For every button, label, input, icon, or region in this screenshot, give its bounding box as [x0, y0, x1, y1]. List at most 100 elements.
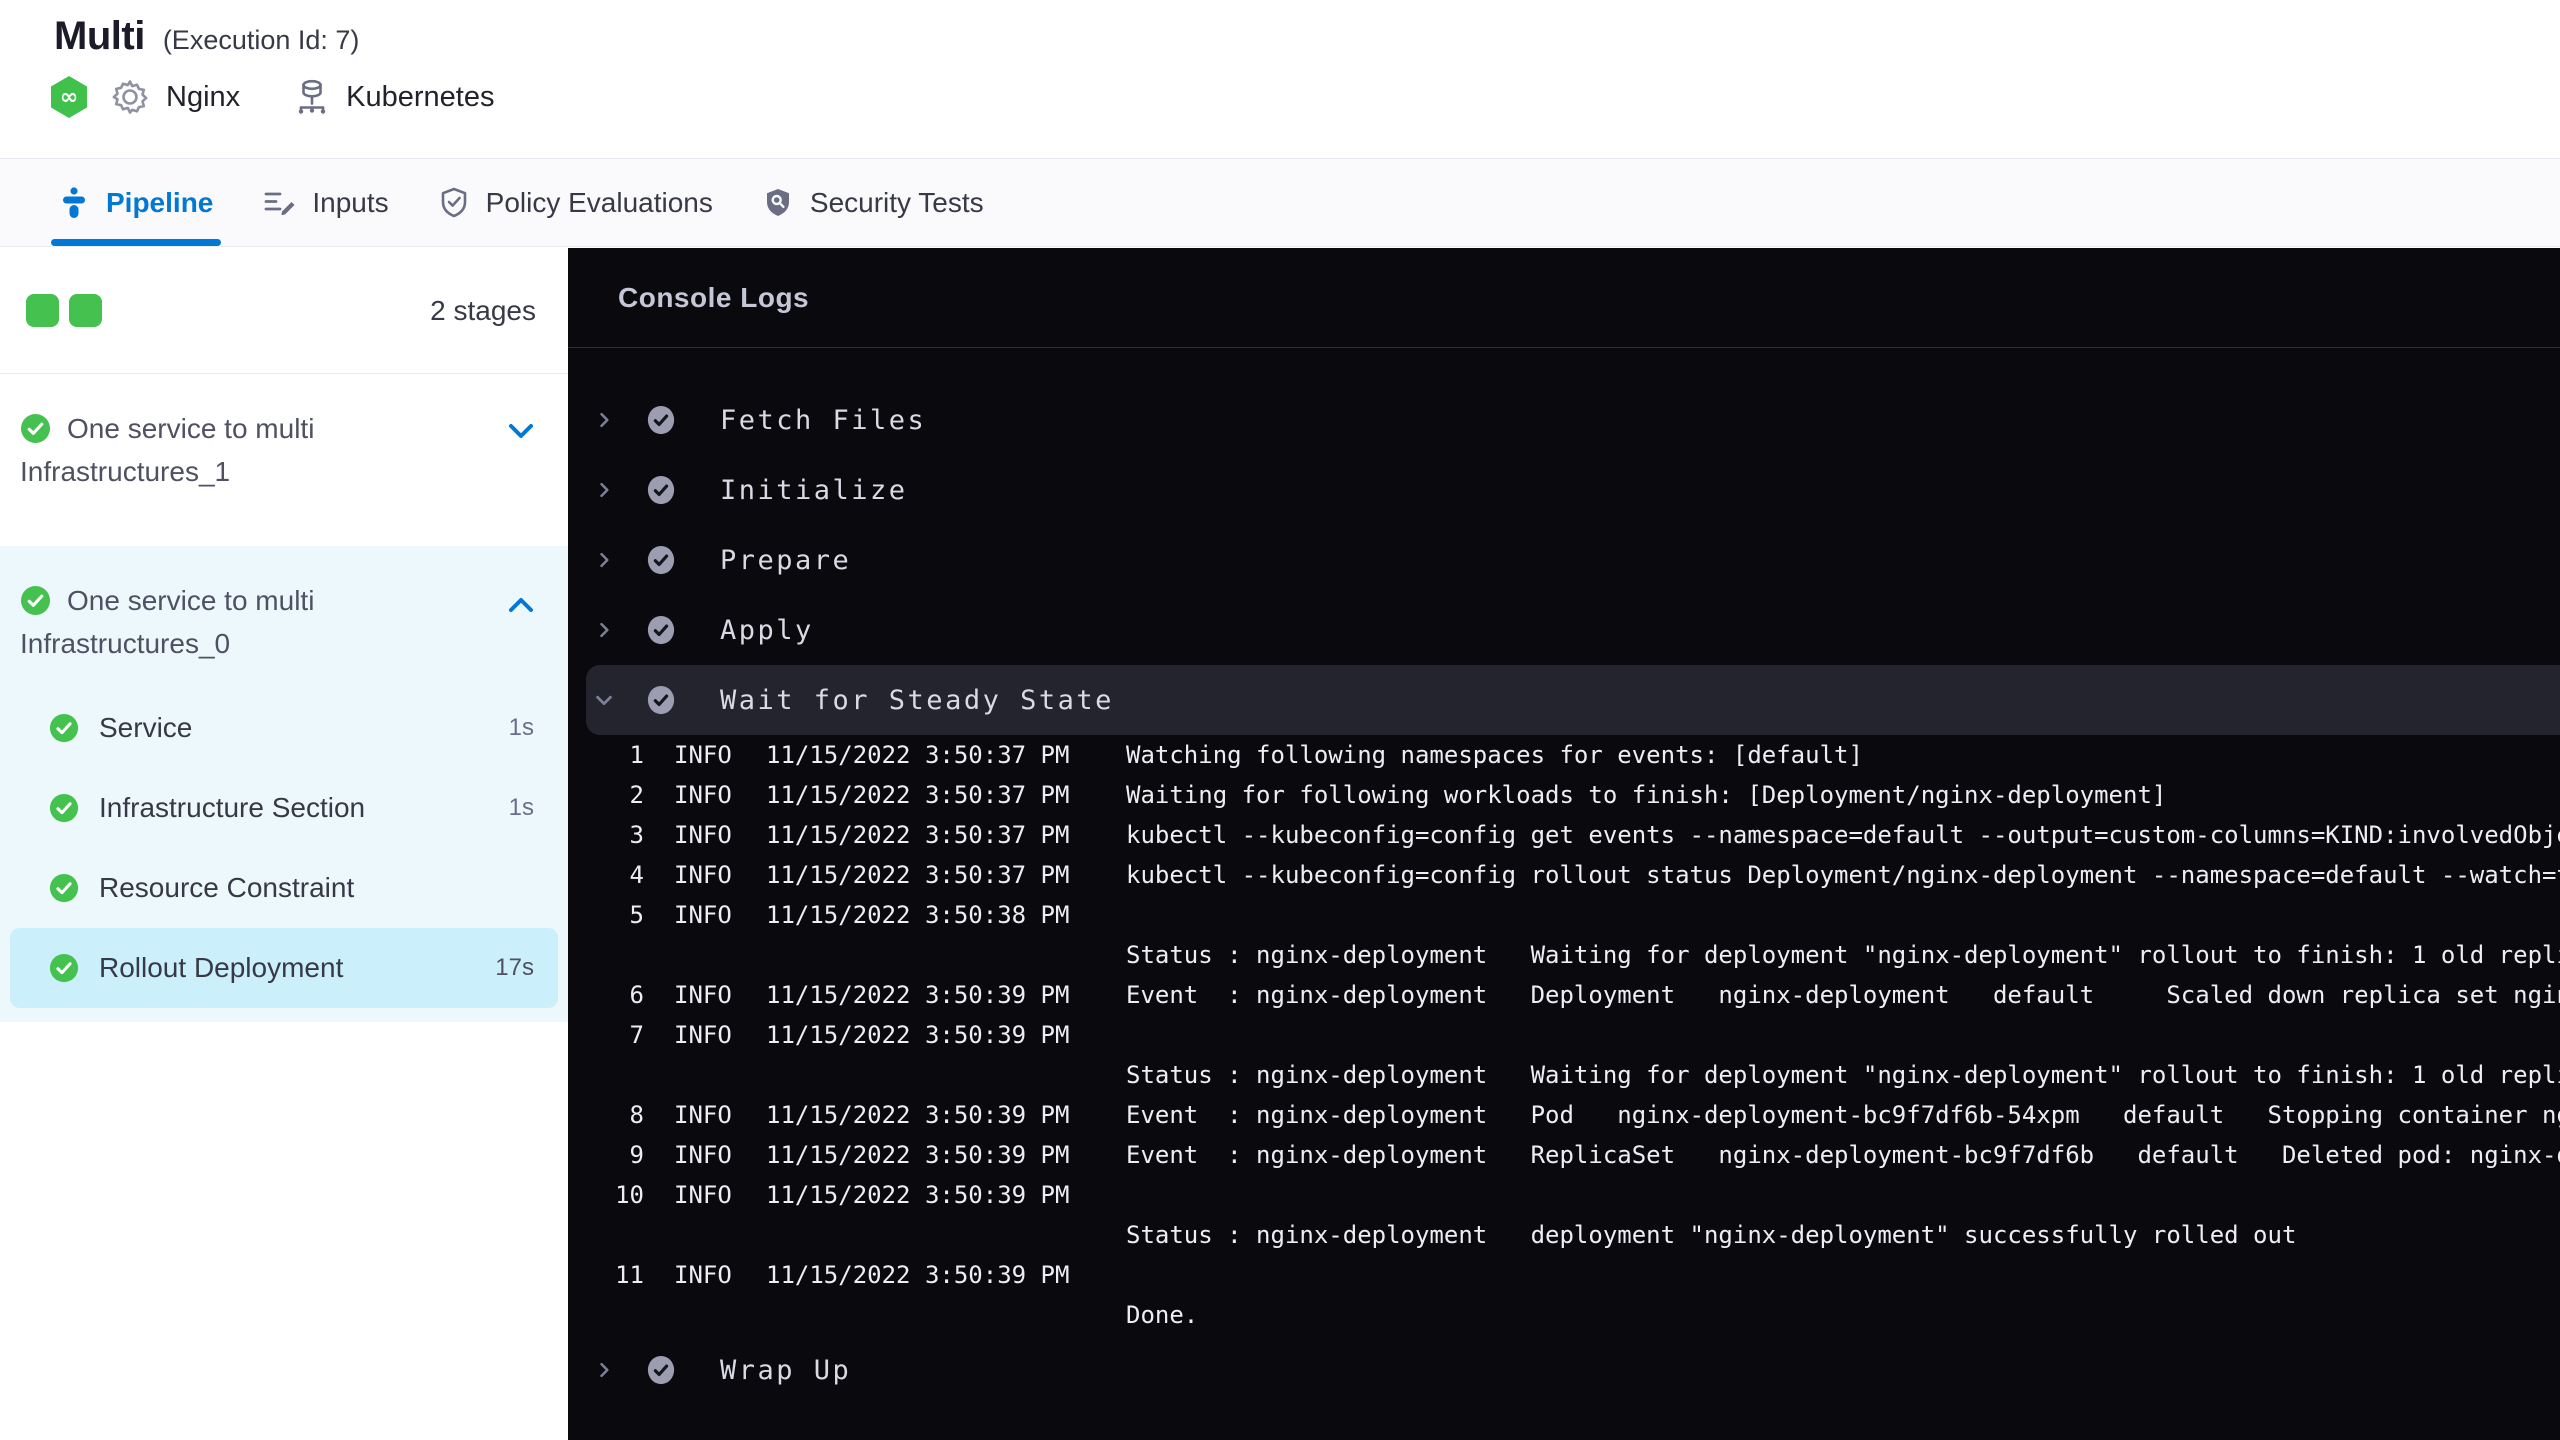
success-check-icon [20, 413, 51, 453]
log-row: 4 INFO 11/15/2022 3:50:37 PM kubectl --kube… [568, 855, 2560, 895]
log-row: 6 INFO 11/15/2022 3:50:39 PM Event : nginx-… [568, 975, 2560, 1015]
log-row: 8 INFO 11/15/2022 3:50:39 PM Event : nginx-… [568, 1095, 2560, 1135]
step-success-check-icon [646, 614, 676, 646]
kubernetes-icon [292, 79, 332, 115]
console-step-fetch-files[interactable]: Fetch Files [568, 385, 2560, 455]
log-line-number: 10 [615, 1181, 644, 1209]
stage-card-infrastructures-0[interactable]: One service to multi Infrastructures_0 [0, 546, 568, 688]
log-level: INFO [674, 1181, 732, 1209]
log-timestamp: 11/15/2022 3:50:37 PM [766, 861, 1070, 889]
log-level: INFO [674, 981, 732, 1009]
chevron-right-icon[interactable] [590, 549, 618, 571]
infrastructure-name-label: Kubernetes [346, 80, 495, 113]
console-step-wrap-up[interactable]: Wrap Up [568, 1335, 2560, 1405]
log-row: 5 INFO 11/15/2022 3:50:38 PM [568, 895, 2560, 935]
log-timestamp: 11/15/2022 3:50:39 PM [766, 1101, 1070, 1129]
log-row: 3 INFO 11/15/2022 3:50:37 PM kubectl --kube… [568, 815, 2560, 855]
pipeline-execution-page: Multi (Execution Id: 7) ∞ Nginx Kubernet… [0, 0, 2560, 1440]
console-step-label: Apply [720, 614, 814, 646]
log-line-number: 1 [629, 741, 644, 769]
console-title: Console Logs [618, 281, 810, 313]
success-check-icon [49, 713, 79, 743]
step-name: Infrastructure Section [99, 792, 366, 823]
app-header: Multi (Execution Id: 7) ∞ Nginx Kubernet… [0, 0, 2560, 159]
log-row: 9 INFO 11/15/2022 3:50:39 PM Event : nginx-… [568, 1135, 2560, 1175]
log-level: INFO [674, 861, 732, 889]
chevron-down-icon[interactable] [506, 422, 536, 447]
console-body: Fetch Files Initialize Prepare Apply Wait f… [568, 348, 2560, 1405]
log-message: Event : nginx-deployment Deployment ngin… [1126, 981, 2560, 1009]
step-name: Resource Constraint [99, 872, 355, 903]
console-logs-panel: Console Logs Fetch Files Initialize Prepar… [568, 248, 2560, 1440]
service-name-label: Nginx [166, 80, 241, 113]
log-output: 1 INFO 11/15/2022 3:50:37 PM Watching follo… [568, 735, 2560, 1335]
step-row-rollout-deployment[interactable]: Rollout Deployment 17s [10, 928, 558, 1008]
log-row: 7 INFO 11/15/2022 3:50:39 PM [568, 1015, 2560, 1055]
content-area: 2 stages One service to multi Infrastruc… [0, 248, 2560, 1440]
step-row-infrastructure-section[interactable]: Infrastructure Section 1s [0, 768, 568, 848]
chevron-right-icon[interactable] [590, 409, 618, 431]
stage-card-infrastructures-1[interactable]: One service to multi Infrastructures_1 [0, 374, 568, 546]
stage-name: One service to multi Infrastructures_0 [20, 585, 315, 659]
console-step-label: Wrap Up [720, 1354, 852, 1386]
chevron-up-icon[interactable] [506, 594, 536, 619]
tab-pipeline[interactable]: Pipeline [50, 159, 222, 246]
console-step-prepare[interactable]: Prepare [568, 525, 2560, 595]
chevron-right-icon[interactable] [590, 619, 618, 641]
step-duration: 17s [495, 954, 534, 981]
log-line-number: 5 [629, 901, 644, 929]
tab-label: Policy Evaluations [485, 186, 713, 218]
log-message: Done. [1126, 1301, 1199, 1329]
log-message: Event : nginx-deployment Pod nginx-deplo… [1126, 1101, 2560, 1129]
inputs-icon [263, 188, 295, 218]
console-step-label: Wait for Steady State [720, 684, 1114, 716]
log-level: INFO [674, 821, 732, 849]
harness-cd-icon: ∞ [46, 75, 92, 119]
title-row: Multi (Execution Id: 7) [0, 0, 2560, 59]
tab-inputs[interactable]: Inputs [263, 159, 389, 246]
step-success-check-icon [646, 1354, 676, 1386]
log-line-number: 3 [629, 821, 644, 849]
tab-label: Pipeline [106, 186, 214, 218]
log-row: 11 INFO 11/15/2022 3:50:39 PM [568, 1255, 2560, 1295]
log-message: kubectl --kubeconfig=config get events -… [1126, 821, 2560, 849]
svg-text:∞: ∞ [60, 85, 78, 110]
log-level: INFO [674, 1261, 732, 1289]
chevron-right-icon[interactable] [590, 1359, 618, 1381]
tab-bar: Pipeline Inputs Policy Evaluations Security… [0, 159, 2560, 247]
log-timestamp: 11/15/2022 3:50:39 PM [766, 1141, 1070, 1169]
console-header: Console Logs [568, 248, 2560, 348]
log-message: Status : nginx-deployment deployment "ng… [1126, 1221, 2297, 1249]
tab-security-tests[interactable]: Security Tests [763, 159, 984, 246]
log-message: Event : nginx-deployment ReplicaSet ngin… [1126, 1141, 2560, 1169]
log-timestamp: 11/15/2022 3:50:39 PM [766, 981, 1070, 1009]
log-timestamp: 11/15/2022 3:50:39 PM [766, 1021, 1070, 1049]
step-duration: 1s [508, 794, 534, 821]
log-row: 2 INFO 11/15/2022 3:50:37 PM Waiting for fo… [568, 775, 2560, 815]
log-message: Watching following namespaces for events… [1126, 741, 1863, 769]
log-line-number: 6 [629, 981, 644, 1009]
log-row: 1 INFO 11/15/2022 3:50:37 PM Watching follo… [568, 735, 2560, 775]
tab-policy-evaluations[interactable]: Policy Evaluations [439, 159, 713, 246]
console-step-label: Fetch Files [720, 404, 927, 436]
console-step-wait-for-steady-state[interactable]: Wait for Steady State [586, 665, 2560, 735]
stage-name: One service to multi Infrastructures_1 [20, 413, 315, 487]
console-step-initialize[interactable]: Initialize [568, 455, 2560, 525]
console-step-apply[interactable]: Apply [568, 595, 2560, 665]
success-check-icon [49, 793, 79, 823]
success-check-icon [20, 585, 51, 625]
chevron-right-icon[interactable] [590, 479, 618, 501]
log-timestamp: 11/15/2022 3:50:37 PM [766, 741, 1070, 769]
success-check-icon [49, 953, 79, 983]
console-step-label: Prepare [720, 544, 852, 576]
step-duration: 1s [508, 714, 534, 741]
chevron-down-icon[interactable] [590, 689, 618, 711]
log-level: INFO [674, 1141, 732, 1169]
log-row: Status : nginx-deployment Waiting for de… [568, 935, 2560, 975]
step-row-service[interactable]: Service 1s [0, 688, 568, 768]
policy-shield-check-icon [439, 187, 469, 219]
page-title: Multi [54, 14, 145, 58]
log-row: Status : nginx-deployment Waiting for de… [568, 1055, 2560, 1095]
step-row-resource-constraint[interactable]: Resource Constraint [0, 848, 568, 928]
tab-label: Inputs [312, 186, 389, 218]
